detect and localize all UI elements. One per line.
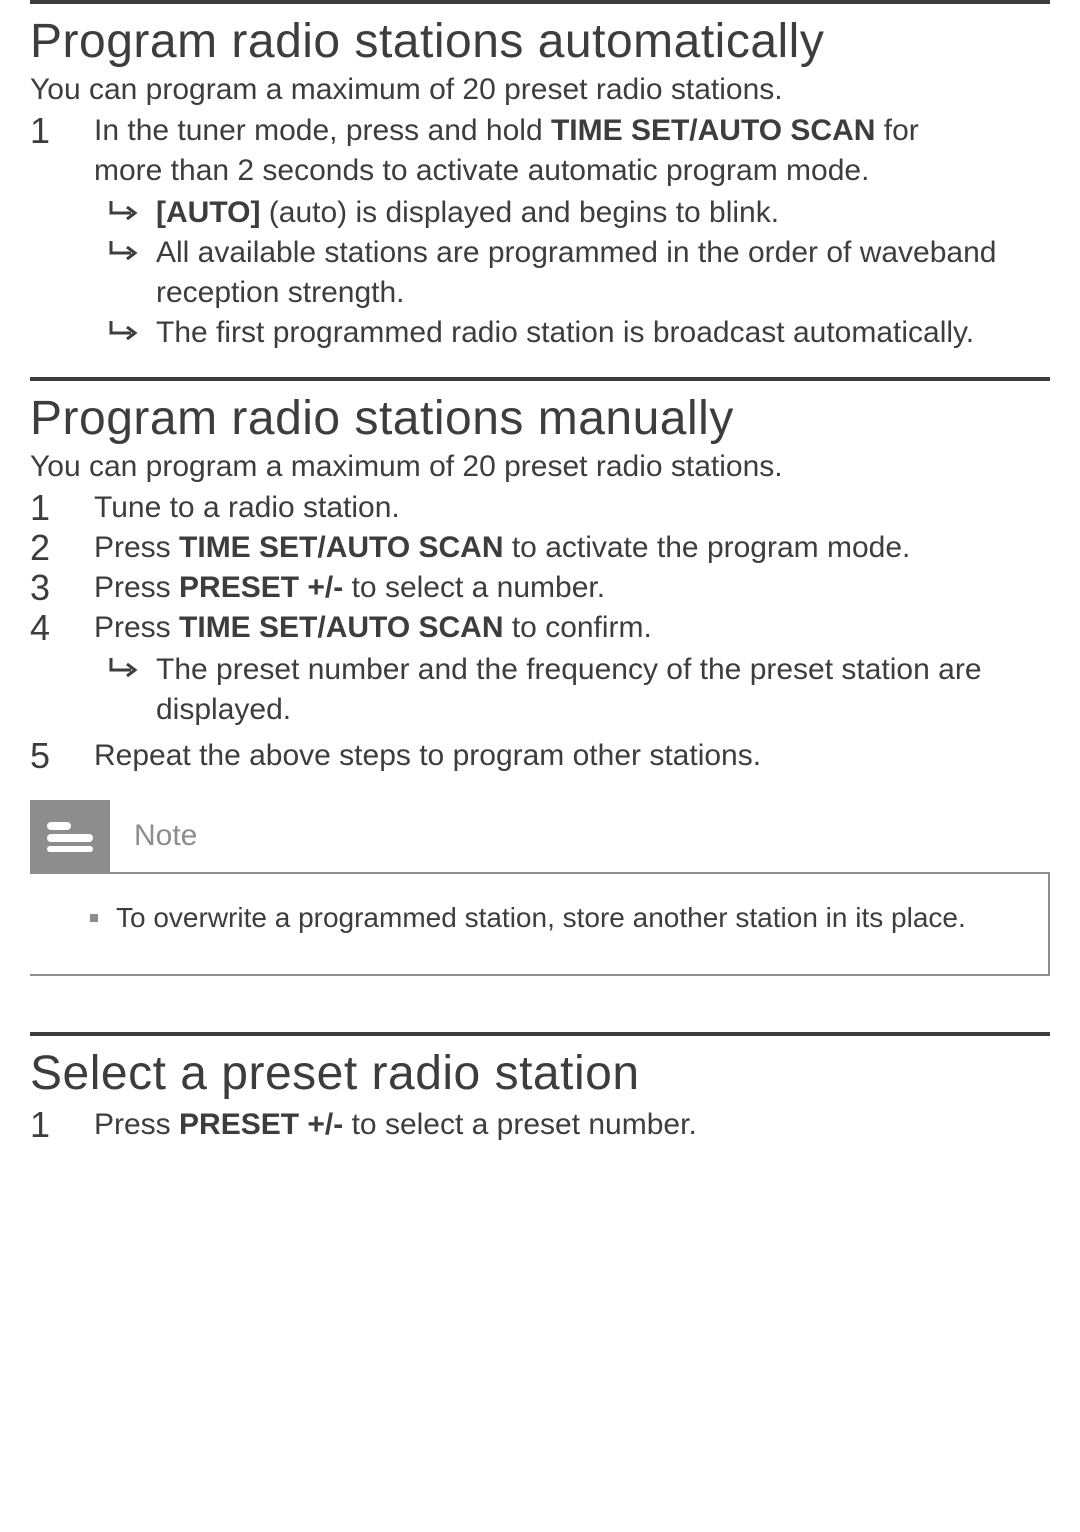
step: 1 Press PRESET +/- to select a preset nu… [30, 1105, 1050, 1145]
section3-heading: Select a preset radio station [30, 1046, 1050, 1101]
section2-intro: You can program a maximum of 20 preset r… [30, 450, 1050, 484]
section2-steps: 1 Tune to a radio station. 2 Press TIME … [30, 488, 1050, 648]
result-arrow-icon [94, 313, 156, 343]
manual-page: Program radio stations automatically You… [0, 0, 1080, 1145]
step-number: 3 [30, 568, 94, 608]
step-number: 5 [30, 736, 94, 776]
result-arrow-icon [94, 193, 156, 223]
step-number: 4 [30, 608, 94, 648]
note-header: Note [30, 800, 1050, 872]
section2-heading: Program radio stations manually [30, 391, 1050, 446]
section2-step4-results: The preset number and the frequency of t… [30, 650, 1050, 730]
step-text: Press TIME SET/AUTO SCAN to conﬁrm. [94, 608, 1050, 648]
result-text: All available stations are programmed in… [156, 233, 1050, 313]
note-text: To overwrite a programmed station, store… [116, 902, 966, 933]
step-number: 1 [30, 1105, 94, 1145]
result-item: All available stations are programmed in… [94, 233, 1050, 313]
divider [30, 1032, 1050, 1036]
note-label: Note [134, 819, 197, 853]
note-icon [30, 800, 110, 872]
step-number: 2 [30, 528, 94, 568]
section1-intro: You can program a maximum of 20 preset r… [30, 73, 1050, 107]
step: 2 Press TIME SET/AUTO SCAN to activate t… [30, 528, 1050, 568]
step: 4 Press TIME SET/AUTO SCAN to conﬁrm. [30, 608, 1050, 648]
step-text: Press PRESET +/- to select a number. [94, 568, 1050, 608]
step-number: 1 [30, 488, 94, 528]
result-item: The ﬁrst programmed radio station is bro… [94, 313, 1050, 353]
result-text: The ﬁrst programmed radio station is bro… [156, 313, 1050, 353]
step: 1 In the tuner mode, press and hold TIME… [30, 111, 1050, 191]
step: 1 Tune to a radio station. [30, 488, 1050, 528]
result-arrow-icon [94, 233, 156, 263]
section1-results: [AUTO] (auto) is displayed and begins to… [30, 193, 1050, 353]
step-text: Repeat the above steps to program other … [94, 736, 1050, 776]
step-text: In the tuner mode, press and hold TIME S… [94, 111, 1050, 191]
note-bullet-icon [90, 914, 98, 922]
result-text: The preset number and the frequency of t… [156, 650, 1050, 730]
note-body: To overwrite a programmed station, store… [30, 872, 1050, 976]
step: 5 Repeat the above steps to program othe… [30, 736, 1050, 776]
step-text: Press TIME SET/AUTO SCAN to activate the… [94, 528, 1050, 568]
result-item: The preset number and the frequency of t… [94, 650, 1050, 730]
section1-heading: Program radio stations automatically [30, 14, 1050, 69]
divider [30, 377, 1050, 381]
result-text: [AUTO] (auto) is displayed and begins to… [156, 193, 1050, 233]
step: 3 Press PRESET +/- to select a number. [30, 568, 1050, 608]
result-arrow-icon [94, 650, 156, 680]
step-text: Tune to a radio station. [94, 488, 1050, 528]
section2-steps-cont: 5 Repeat the above steps to program othe… [30, 736, 1050, 776]
result-item: [AUTO] (auto) is displayed and begins to… [94, 193, 1050, 233]
note-block: Note To overwrite a programmed station, … [30, 800, 1050, 976]
section3-steps: 1 Press PRESET +/- to select a preset nu… [30, 1105, 1050, 1145]
step-text: Press PRESET +/- to select a preset numb… [94, 1105, 1050, 1145]
divider [30, 0, 1050, 4]
step-number: 1 [30, 111, 94, 191]
section1-steps: 1 In the tuner mode, press and hold TIME… [30, 111, 1050, 191]
